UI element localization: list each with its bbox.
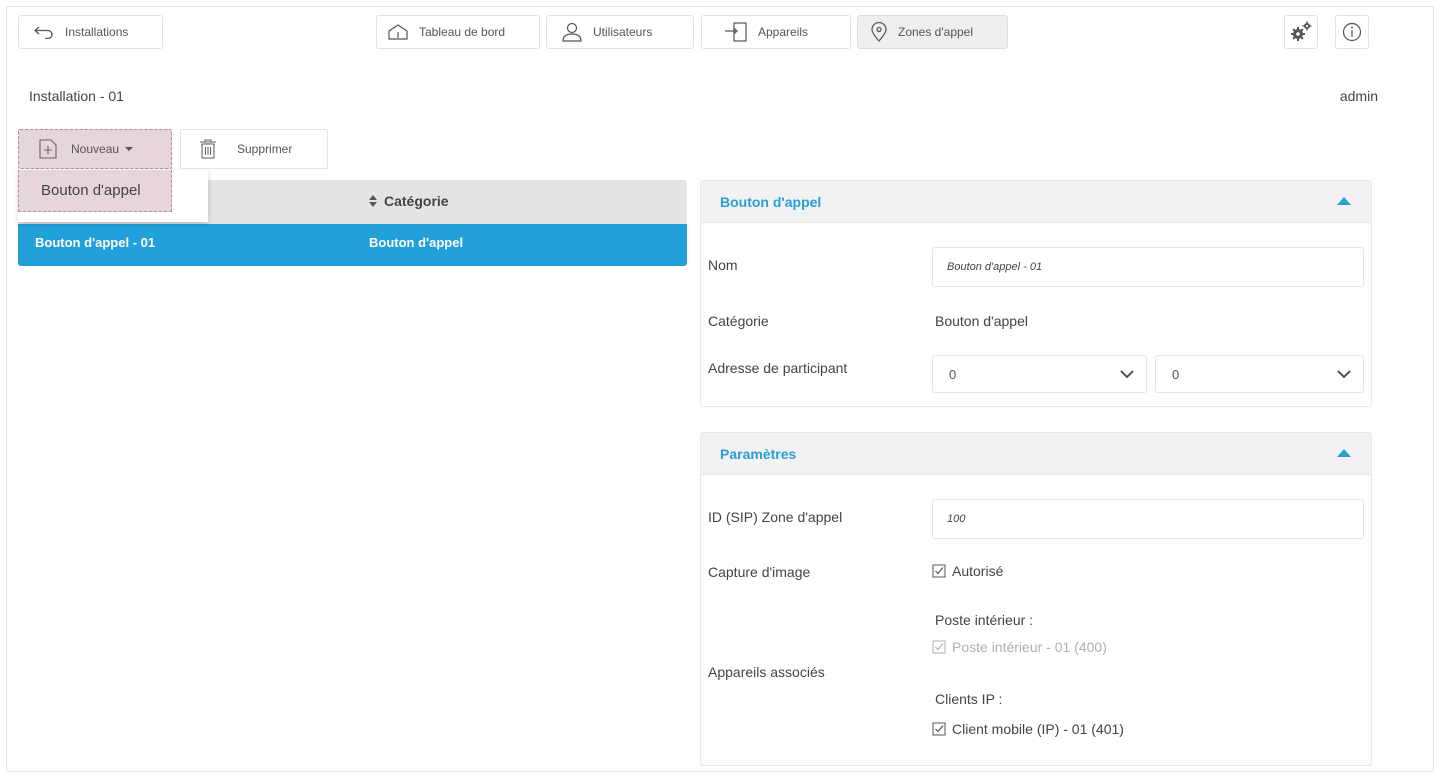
category-value: Bouton d'appel — [935, 313, 1028, 329]
new-dropdown-button[interactable]: Nouveau — [18, 129, 172, 169]
tab-utilisateurs[interactable]: Utilisateurs — [546, 15, 694, 49]
panel-bouton-d-appel-title: Bouton d'appel — [720, 194, 822, 210]
collapse-caret-icon[interactable] — [1337, 449, 1351, 457]
info-icon — [1342, 22, 1362, 42]
panel-parametres: Paramètres ID (SIP) Zone d'appel 100 Cap… — [700, 432, 1372, 766]
capture-label: Capture d'image — [708, 564, 811, 580]
new-dropdown-menu: Bouton d'appel — [18, 170, 208, 222]
ip-client-label: Client mobile (IP) - 01 (401) — [952, 721, 1124, 737]
panel-bouton-d-appel-header[interactable]: Bouton d'appel — [701, 181, 1371, 223]
address-select-2-value: 0 — [1172, 366, 1180, 382]
new-button-label: Nouveau — [71, 142, 120, 156]
row-name: Bouton d'appel - 01 — [35, 235, 156, 250]
checkbox-checked-icon — [932, 640, 946, 654]
column-header-categorie-label: Catégorie — [384, 193, 449, 209]
checkbox-checked-icon — [932, 722, 946, 736]
name-label: Nom — [708, 257, 738, 273]
user-icon — [562, 22, 582, 42]
caret-down-icon — [125, 147, 134, 151]
panel-parametres-title: Paramètres — [720, 446, 797, 462]
info-button[interactable] — [1335, 15, 1369, 49]
trash-icon — [200, 139, 216, 159]
indoor-group-label: Poste intérieur : — [935, 612, 1034, 628]
tab-tableau-de-bord[interactable]: Tableau de bord — [376, 15, 540, 49]
address-select-2[interactable]: 0 — [1155, 355, 1364, 393]
address-select-1-value: 0 — [949, 366, 957, 382]
category-label: Catégorie — [708, 313, 769, 329]
dropdown-item-bouton-d-appel[interactable]: Bouton d'appel — [18, 170, 172, 212]
tab-zones-d-appel[interactable]: Zones d'appel — [857, 15, 1008, 49]
home-icon — [388, 24, 408, 40]
device-icon — [725, 22, 747, 42]
row-category: Bouton d'appel — [369, 235, 464, 250]
sip-label: ID (SIP) Zone d'appel — [708, 509, 843, 525]
delete-button-label: Supprimer — [237, 142, 293, 156]
delete-button[interactable]: Supprimer — [180, 129, 328, 169]
sip-input[interactable]: 100 — [932, 499, 1364, 539]
settings-button[interactable] — [1284, 15, 1318, 49]
indoor-device-label: Poste intérieur - 01 (400) — [952, 639, 1107, 655]
back-arrow-icon — [34, 26, 53, 39]
gears-icon — [1291, 21, 1312, 41]
column-header-categorie[interactable]: Catégorie — [368, 193, 449, 209]
tab-appareils[interactable]: Appareils — [701, 15, 851, 49]
chevron-down-icon — [1337, 370, 1351, 379]
panel-bouton-d-appel: Bouton d'appel Nom Bouton d'appel - 01 C… — [700, 180, 1372, 407]
tab-utilisateurs-label: Utilisateurs — [593, 25, 653, 39]
back-installations-label: Installations — [65, 25, 129, 39]
indoor-device-checkbox[interactable]: Poste intérieur - 01 (400) — [932, 639, 1107, 655]
ip-group-label: Clients IP : — [935, 691, 1003, 707]
current-user: admin — [1339, 88, 1378, 104]
installation-title: Installation - 01 — [29, 88, 124, 104]
devices-label: Appareils associés — [708, 664, 825, 680]
capture-checkbox[interactable]: Autorisé — [932, 563, 1003, 579]
name-input[interactable]: Bouton d'appel - 01 — [932, 247, 1364, 287]
tab-tableau-de-bord-label: Tableau de bord — [419, 25, 506, 39]
tab-zones-d-appel-label: Zones d'appel — [898, 25, 974, 39]
new-file-icon — [39, 139, 57, 159]
ip-client-checkbox[interactable]: Client mobile (IP) - 01 (401) — [932, 721, 1124, 737]
collapse-caret-icon[interactable] — [1337, 197, 1351, 205]
table-row[interactable]: Bouton d'appel - 01 Bouton d'appel — [18, 224, 687, 266]
address-select-1[interactable]: 0 — [932, 355, 1147, 393]
checkbox-checked-icon — [932, 564, 946, 578]
panel-parametres-header[interactable]: Paramètres — [701, 433, 1371, 475]
sort-icon — [369, 195, 377, 207]
address-label: Adresse de participant — [708, 360, 848, 376]
back-installations-button[interactable]: Installations — [18, 15, 163, 49]
chevron-down-icon — [1120, 370, 1134, 379]
location-pin-icon — [871, 22, 887, 42]
tab-appareils-label: Appareils — [758, 25, 809, 39]
capture-option-label: Autorisé — [952, 563, 1004, 579]
